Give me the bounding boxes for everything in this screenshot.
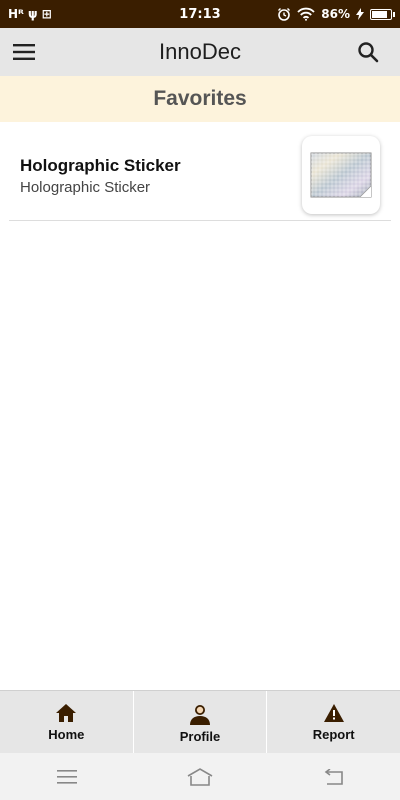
- home-icon: [56, 704, 77, 722]
- charging-icon: [356, 8, 364, 20]
- status-right: 86%: [277, 7, 395, 21]
- warning-icon: [323, 704, 344, 722]
- nav-home-button[interactable]: Home: [0, 691, 134, 753]
- system-menu-button[interactable]: [47, 762, 87, 792]
- system-navigation-bar: [0, 753, 400, 800]
- app-title: InnoDec: [159, 39, 241, 64]
- hamburger-menu-icon: [13, 44, 35, 60]
- status-indicators: Hᴿ ψ ⊞: [8, 7, 52, 21]
- system-back-button[interactable]: [313, 762, 353, 792]
- favorites-header: Favorites: [0, 76, 400, 122]
- search-button[interactable]: [354, 38, 382, 66]
- app-bar: InnoDec: [0, 28, 400, 76]
- list-item[interactable]: Holographic Sticker Holographic Sticker: [9, 122, 391, 221]
- back-icon: [324, 768, 344, 785]
- alarm-icon: [278, 8, 291, 21]
- nav-home-label: Home: [48, 727, 85, 742]
- nav-report-button[interactable]: Report: [267, 691, 400, 753]
- battery-percent: 86%: [321, 7, 350, 21]
- nav-report-label: Report: [312, 727, 355, 742]
- nav-profile-label: Profile: [179, 729, 221, 744]
- status-bar: Hᴿ ψ ⊞ 17:13 86%: [0, 0, 400, 28]
- status-left: Hᴿ ψ ⊞: [8, 7, 52, 21]
- nav-profile-button[interactable]: Profile: [134, 691, 268, 753]
- wifi-icon: [297, 7, 315, 21]
- section-title: Favorites: [153, 87, 247, 110]
- product-thumbnail: [302, 136, 380, 214]
- item-title: Holographic Sticker: [20, 156, 181, 175]
- bottom-navigation: Home Profile Report: [0, 690, 400, 753]
- search-icon: [358, 42, 379, 63]
- home-outline-icon: [187, 767, 213, 786]
- profile-icon: [190, 705, 210, 725]
- holographic-sticker-image: [310, 152, 372, 198]
- battery-icon: [370, 8, 395, 20]
- system-home-button[interactable]: [180, 762, 220, 792]
- menu-icon: [56, 769, 77, 784]
- menu-button[interactable]: [10, 38, 38, 66]
- item-subtitle: Holographic Sticker: [20, 179, 151, 196]
